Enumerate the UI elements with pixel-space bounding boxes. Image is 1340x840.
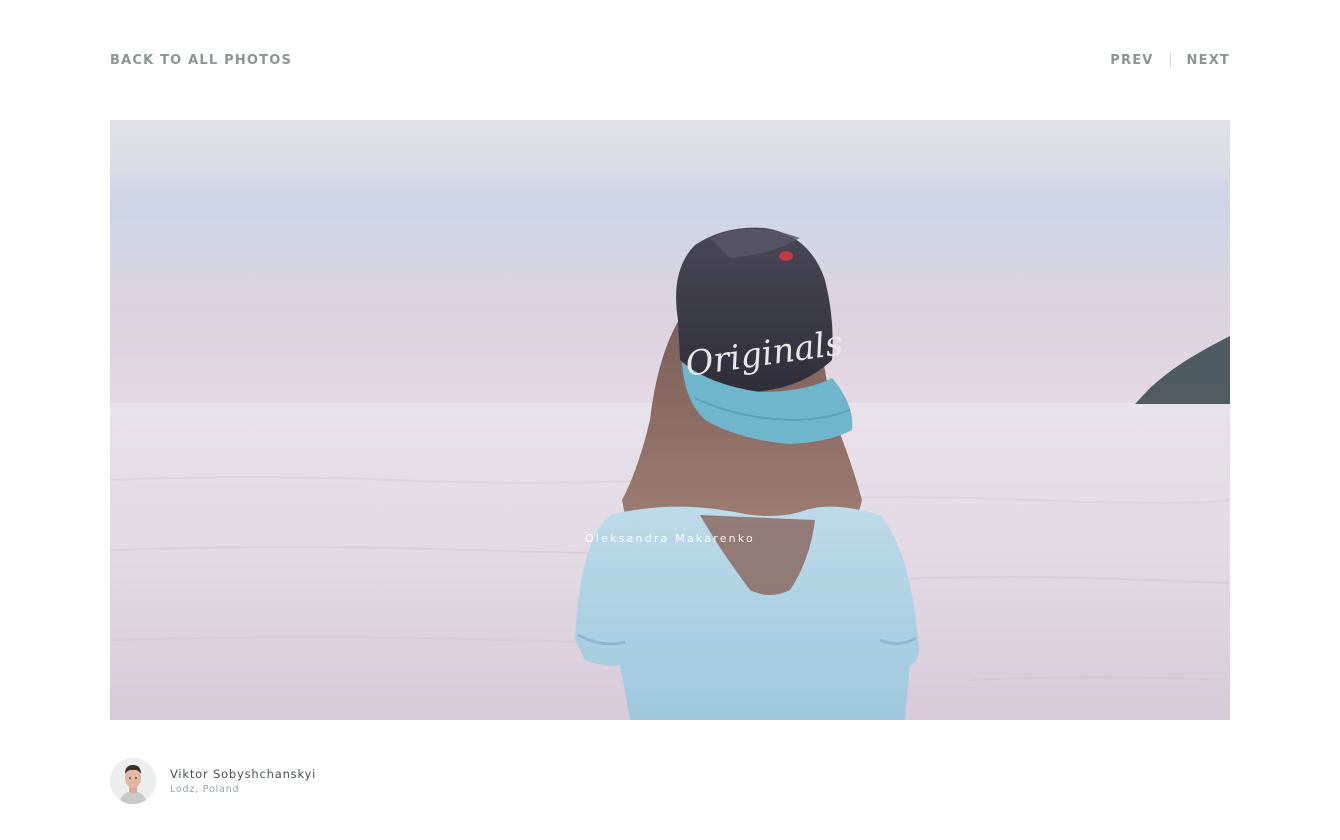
author-location: Lodz, Poland [170, 784, 240, 795]
author-name[interactable]: Viktor Sobyshchanskyi [170, 767, 316, 781]
prev-link[interactable]: PREV [1110, 53, 1153, 68]
photo-caption: Oleksandra Makarenko [585, 532, 755, 545]
author-info: Viktor Sobyshchanskyi Lodz, Poland [110, 758, 316, 804]
pager: PREV NEXT [1110, 52, 1230, 68]
back-to-all-photos-link[interactable]: BACK TO ALL PHOTOS [110, 53, 292, 68]
cap-button [779, 251, 793, 261]
author-text: Viktor Sobyshchanskyi Lodz, Poland [170, 767, 316, 795]
photo-illustration: Originals [110, 120, 1230, 720]
top-navigation: BACK TO ALL PHOTOS PREV NEXT [110, 50, 1230, 70]
author-avatar[interactable] [110, 758, 156, 804]
main-photo[interactable]: Originals Oleksandra Makarenko [110, 120, 1230, 720]
avatar-portrait-icon [110, 758, 156, 804]
cloud-band [110, 270, 1230, 320]
pager-divider [1169, 52, 1171, 68]
cloud-band [110, 180, 1230, 220]
next-link[interactable]: NEXT [1187, 53, 1230, 68]
